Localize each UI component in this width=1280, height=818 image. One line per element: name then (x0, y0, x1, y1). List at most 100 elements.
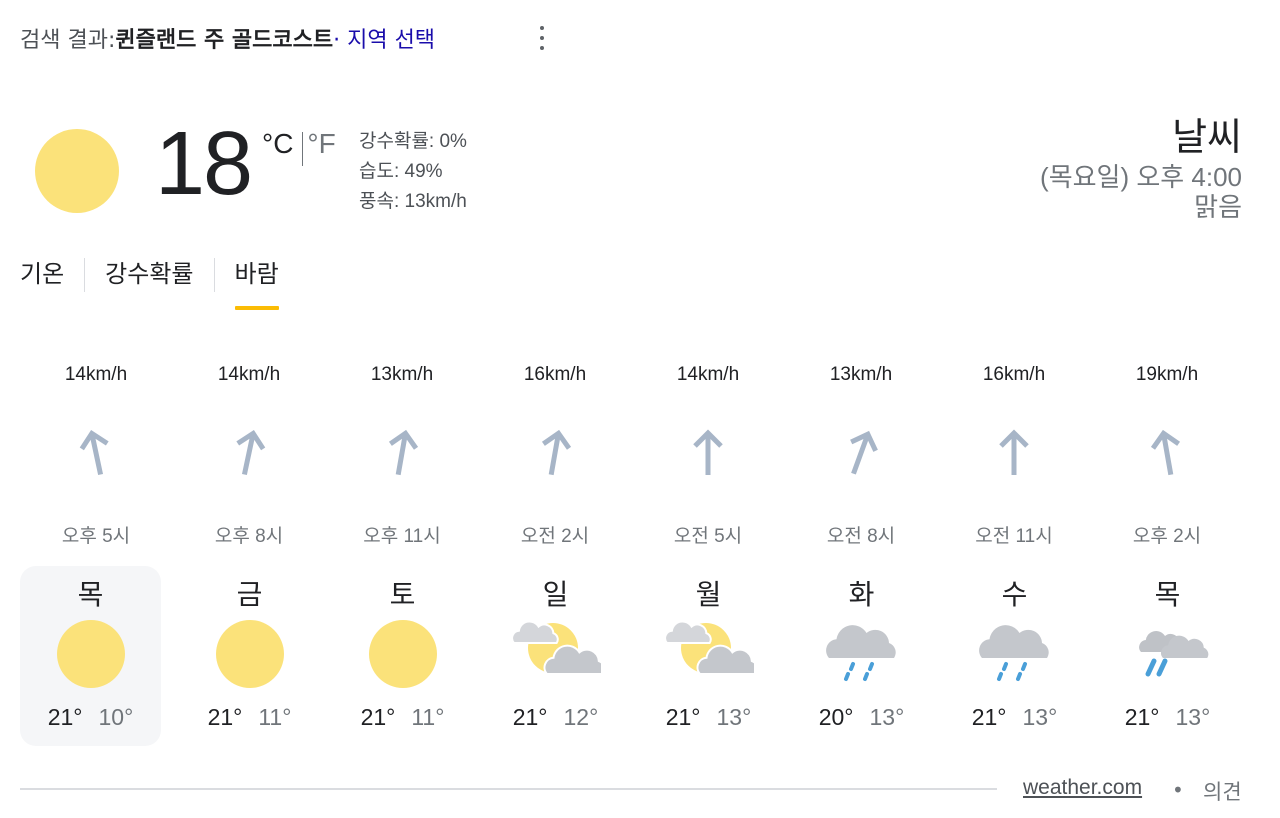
scattered-showers-icon (1123, 618, 1213, 690)
day-temperatures: 21° 10° (20, 704, 161, 731)
day-low-temp: 11° (411, 704, 445, 730)
day-high-temp: 21° (207, 704, 243, 730)
day-temperatures: 21° 13° (1091, 704, 1244, 731)
wind-speed-label: 13km/h (371, 364, 433, 385)
day-name: 금 (236, 578, 263, 611)
location-name: 퀸즐랜드 주 골드코스트 (115, 28, 334, 53)
day-temperatures: 21° 12° (479, 704, 632, 731)
day-high-temp: 21° (665, 704, 701, 730)
wind-time-label: 오후 11시 (363, 525, 440, 547)
feedback-link[interactable]: 의견 (1203, 776, 1242, 806)
wind-direction-arrow-icon (693, 429, 723, 475)
daily-forecast: 목 21° 10° 금 21° 11° 토 21° 11° 일 21° 12° 월 21° 13° 화 20° 1… (20, 566, 1244, 746)
day-temperatures: 21° 13° (632, 704, 785, 731)
wind-speed-label: 13km/h (830, 364, 892, 385)
wind-speed-label: 16km/h (524, 364, 586, 385)
day-card[interactable]: 목 21° 10° (20, 566, 161, 746)
tab-divider (84, 258, 86, 292)
wind-direction-arrow-icon (541, 429, 572, 476)
wind-speed-label: 14km/h (677, 364, 739, 385)
wind-time-label: 오후 8시 (215, 525, 283, 547)
day-name: 수 (1001, 578, 1028, 611)
day-name: 화 (848, 578, 875, 611)
wind-direction-arrow-icon (999, 429, 1029, 475)
summary-time: (목요일) 오후 4:00 (1040, 162, 1242, 192)
day-high-temp: 21° (360, 704, 396, 730)
wind-direction-arrow-icon (236, 429, 266, 476)
summary-condition: 맑음 (1194, 192, 1242, 222)
wind-direction-arrow-icon (388, 429, 419, 476)
wind-speed-label: 14km/h (65, 364, 127, 385)
day-temperatures: 21° 11° (173, 704, 326, 731)
rain-icon (817, 618, 907, 690)
wind-detail: 풍속: 13km/h (359, 191, 467, 212)
day-high-temp: 21° (1124, 704, 1160, 730)
region-select-link[interactable]: · 지역 선택 (333, 22, 435, 54)
day-low-temp: 12° (563, 704, 599, 730)
tab-wind[interactable]: 바람 (234, 258, 279, 310)
day-temperatures: 20° 13° (785, 704, 938, 731)
day-high-temp: 21° (512, 704, 548, 730)
day-low-temp: 10° (98, 704, 134, 730)
day-card[interactable]: 월 21° 13° (632, 566, 785, 746)
day-card[interactable]: 일 21° 12° (479, 566, 632, 746)
day-high-temp: 20° (818, 704, 854, 730)
wind-forecast-chart: 14km/h 오후 5시 14km/h 오후 8시 13km/h 오후 11시 16km/h… (62, 364, 1201, 547)
weather-source-link[interactable]: weather.com (1023, 776, 1142, 800)
rain-icon (970, 618, 1060, 690)
metric-tabs: 기온 강수확률 바람 (20, 258, 279, 312)
wind-time-label: 오전 2시 (521, 525, 589, 547)
sun-icon (205, 618, 295, 690)
partly-cloudy-icon (510, 618, 606, 690)
weather-details: 강수확률: 0% 습도: 49% 풍속: 13km/h (359, 127, 467, 217)
wind-speed-label: 16km/h (983, 364, 1045, 385)
day-high-temp: 21° (47, 704, 83, 730)
wind-speed-label: 14km/h (218, 364, 280, 385)
sun-icon (358, 618, 448, 690)
sun-icon (46, 618, 136, 690)
day-temperatures: 21° 13° (938, 704, 1091, 731)
wind-time-label: 오전 11시 (975, 525, 1052, 547)
day-name: 토 (389, 578, 416, 611)
day-high-temp: 21° (971, 704, 1007, 730)
sun-icon (35, 129, 119, 213)
tab-precipitation[interactable]: 강수확률 (105, 258, 193, 310)
wind-time-label: 오전 5시 (674, 525, 742, 547)
precipitation-detail: 강수확률: 0% (359, 131, 467, 152)
unit-celsius-button[interactable]: °C (262, 128, 302, 160)
day-name: 목 (77, 578, 104, 611)
unit-fahrenheit-button[interactable]: °F (303, 128, 335, 160)
day-temperatures: 21° 11° (326, 704, 479, 731)
more-options-icon[interactable] (530, 24, 554, 52)
footer-separator: • (1172, 778, 1184, 802)
wind-direction-arrow-icon (79, 429, 109, 476)
unit-switch: °C °F (262, 128, 336, 172)
footer-divider (20, 788, 997, 790)
search-header: 검색 결과: 퀸즐랜드 주 골드코스트 · 지역 선택 (20, 22, 435, 54)
weather-summary: 날씨 (목요일) 오후 4:00 맑음 (1040, 114, 1242, 222)
day-low-temp: 13° (1175, 704, 1211, 730)
wind-time-label: 오전 8시 (827, 525, 895, 547)
day-low-temp: 13° (1022, 704, 1058, 730)
tab-temperature[interactable]: 기온 (20, 258, 64, 310)
day-card[interactable]: 목 21° 13° (1091, 566, 1244, 746)
wind-speed-label: 19km/h (1136, 364, 1198, 385)
day-name: 일 (542, 578, 569, 611)
partly-cloudy-icon (663, 618, 759, 690)
day-card[interactable]: 수 21° 13° (938, 566, 1091, 746)
humidity-detail: 습도: 49% (359, 161, 443, 182)
summary-title: 날씨 (1172, 117, 1242, 159)
wind-time-label: 오후 2시 (1133, 525, 1201, 547)
day-card[interactable]: 토 21° 11° (326, 566, 479, 746)
day-name: 목 (1154, 578, 1181, 611)
wind-direction-arrow-icon (1150, 429, 1181, 476)
day-card[interactable]: 금 21° 11° (173, 566, 326, 746)
day-low-temp: 11° (258, 704, 292, 730)
tab-divider (213, 258, 215, 292)
day-low-temp: 13° (716, 704, 752, 730)
search-prefix: 검색 결과: (20, 28, 116, 53)
day-name: 월 (695, 578, 722, 611)
day-card[interactable]: 화 20° 13° (785, 566, 938, 746)
day-low-temp: 13° (869, 704, 905, 730)
current-temperature: 18 (155, 114, 253, 214)
